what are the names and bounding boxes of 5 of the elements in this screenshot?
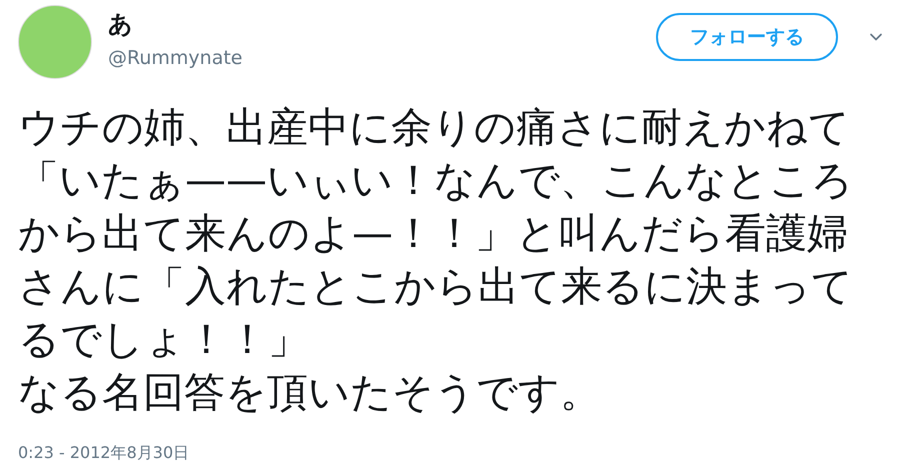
follow-button[interactable]: フォローする — [656, 13, 838, 61]
author-name[interactable]: あ — [108, 9, 242, 39]
tweet-timestamp[interactable]: 0:23 - 2012年8月30日 — [18, 441, 190, 465]
author-handle[interactable]: @Rummynate — [108, 45, 242, 71]
tweet-text: ウチの姉、出産中に余りの痛さに耐えかねて 「いたぁ——いぃい！なんで、こんなところ から出て来んのよ—！！」と叫んだら看護婦 さんに「入れたとこから出て来るに決まって るでしょ！！」 なる名回答を頂いたそうです。 — [18, 102, 853, 418]
